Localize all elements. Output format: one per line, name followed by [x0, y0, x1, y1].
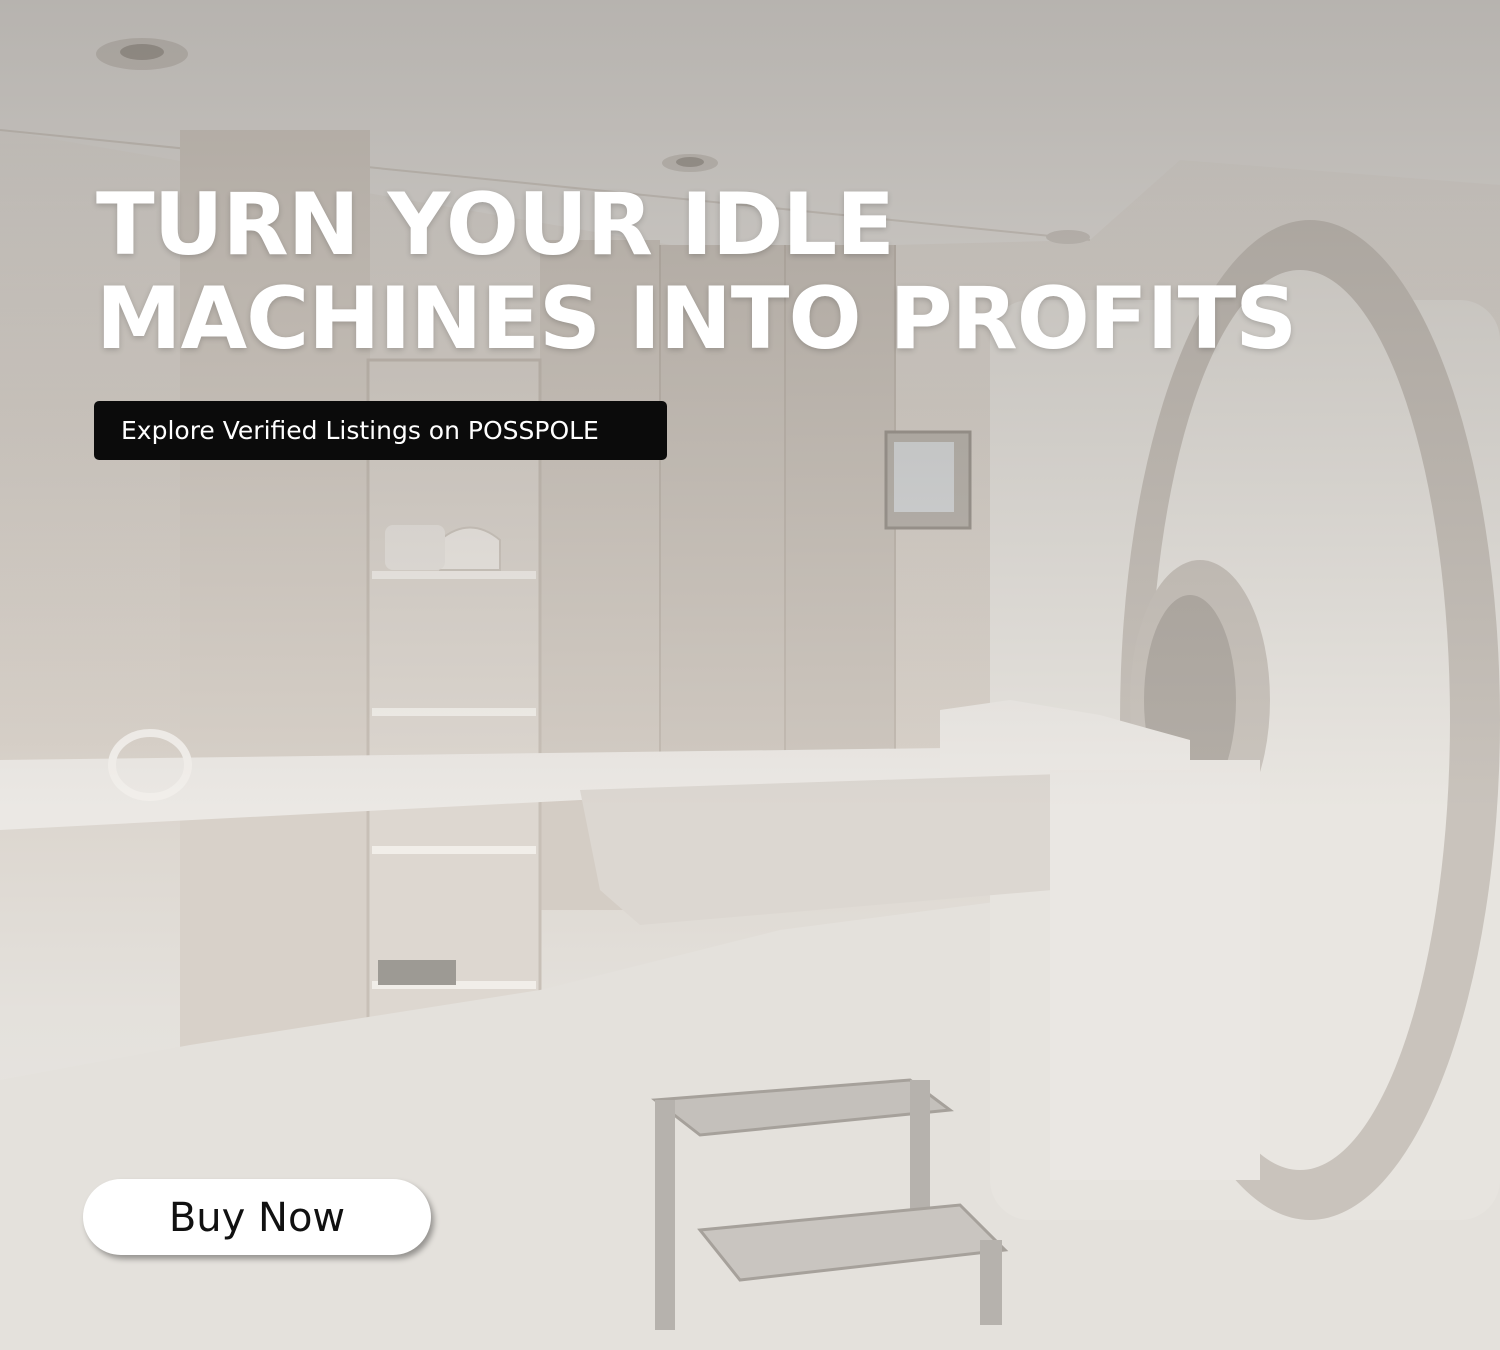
headline-line-1: TURN YOUR IDLE: [96, 175, 895, 275]
promo-banner: TURN YOUR IDLE MACHINES INTO PROFITS Exp…: [0, 0, 1500, 1350]
tagline-badge: Explore Verified Listings on POSSPOLE: [94, 401, 667, 460]
buy-now-button[interactable]: Buy Now: [83, 1179, 431, 1255]
headline-line-2: MACHINES INTO PROFITS: [96, 269, 1297, 369]
headline: TURN YOUR IDLE MACHINES INTO PROFITS: [96, 175, 1297, 369]
